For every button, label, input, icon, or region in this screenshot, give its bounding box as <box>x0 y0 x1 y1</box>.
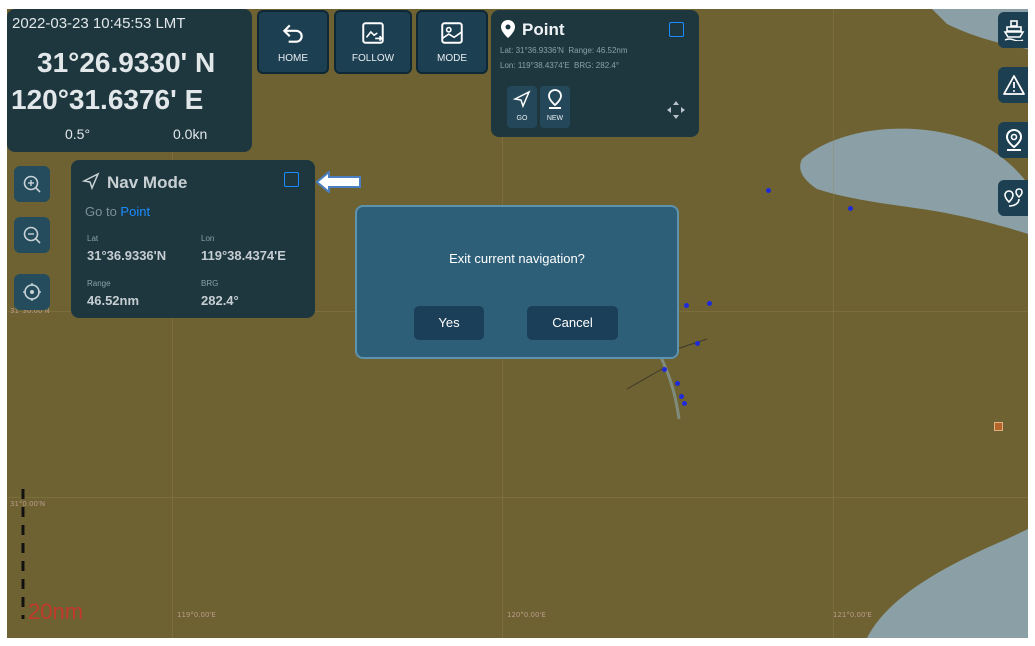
point-close-icon[interactable] <box>669 22 684 37</box>
mode-label: MODE <box>437 53 467 64</box>
dialog-message: Exit current navigation? <box>449 251 585 266</box>
navigate-icon <box>82 172 100 190</box>
point-lon-value: 119°38.4374'E <box>517 61 570 70</box>
zoom-out-button[interactable] <box>14 217 50 253</box>
crosshair-icon <box>23 283 41 301</box>
new-button[interactable]: NEW <box>540 86 570 128</box>
lon-label: 121°0.00'E <box>833 611 872 619</box>
nav-brg-label: BRG <box>201 279 219 288</box>
ais-target[interactable] <box>707 301 712 306</box>
point-lat-value: 31°36.9336'N <box>515 46 564 55</box>
follow-image-icon <box>362 22 384 44</box>
longitude: 120°31.6376' E <box>11 84 204 115</box>
nav-lon-label: Lon <box>201 234 215 243</box>
image-mode-icon <box>441 22 463 44</box>
mode-button[interactable]: MODE <box>416 10 488 74</box>
ship-icon <box>1003 20 1025 41</box>
point-lon-row: Lon: 119°38.4374'E BRG: 282.4° <box>500 61 619 70</box>
home-label: HOME <box>278 53 308 64</box>
route-icon <box>1004 188 1023 207</box>
zoom-in-icon <box>23 175 41 193</box>
heading-value: 0.5° <box>65 126 91 142</box>
zoom-in-button[interactable] <box>14 166 50 202</box>
alarm-button[interactable] <box>998 67 1028 103</box>
left-arrow-icon <box>316 171 361 193</box>
nav-lat-label: Lat <box>87 234 99 243</box>
nav-brg-value: 282.4° <box>201 293 239 308</box>
move-arrows-icon[interactable] <box>666 100 686 120</box>
follow-button[interactable]: FOLLOW <box>334 10 412 74</box>
ais-target[interactable] <box>682 401 687 406</box>
location-pin-icon <box>1005 129 1023 151</box>
status-panel: 2022-03-23 10:45:53 LMT 31°26.9330' N 12… <box>7 9 252 152</box>
grid-line <box>7 497 1028 498</box>
point-range-value: 46.52nm <box>596 46 628 55</box>
navigate-icon <box>513 90 531 108</box>
scale-label: 20nm <box>28 599 84 624</box>
lon-label: 120°0.00'E <box>507 611 546 619</box>
point-brg-value: 282.4° <box>595 61 620 70</box>
go-button[interactable]: GO <box>507 86 537 128</box>
ais-target[interactable] <box>766 188 771 193</box>
ais-target[interactable] <box>848 206 853 211</box>
back-arrow-icon <box>282 24 303 43</box>
new-label: NEW <box>546 115 564 122</box>
point-brg-label: BRG: <box>574 61 594 70</box>
latitude: 31°26.9330' N <box>37 47 216 78</box>
nav-lon-value: 119°38.4374'E <box>201 248 286 263</box>
app-screen: 31°30.00'N 31°0.00'N 119°0.00'E 120°0.00… <box>0 0 1035 646</box>
ais-target[interactable] <box>662 367 667 372</box>
lon-label: 119°0.00'E <box>177 611 216 619</box>
warning-icon <box>1003 75 1025 95</box>
go-label: GO <box>516 115 528 122</box>
grid-line <box>833 9 834 638</box>
ais-target[interactable] <box>675 381 680 386</box>
follow-label: FOLLOW <box>351 53 395 64</box>
ship-button[interactable] <box>998 12 1028 48</box>
nav-range-value: 46.52nm <box>87 293 140 308</box>
ais-target[interactable] <box>684 303 689 308</box>
center-button[interactable] <box>14 274 50 310</box>
waypoint-button[interactable] <box>998 122 1028 158</box>
zoom-out-icon <box>23 226 41 244</box>
route-button[interactable] <box>998 180 1028 216</box>
ais-target[interactable] <box>679 394 684 399</box>
yes-button[interactable]: Yes <box>414 306 484 340</box>
point-lon-label: Lon: <box>500 61 516 70</box>
home-button[interactable]: HOME <box>257 10 329 74</box>
point-lat-label: Lat: <box>500 46 514 55</box>
point-range-label: Range: <box>568 46 595 55</box>
chart-marker[interactable] <box>994 422 1003 431</box>
goto-prefix: Go to <box>85 204 117 219</box>
goto-row: Go to Point <box>85 204 150 219</box>
nav-mode-title: Nav Mode <box>107 173 188 192</box>
ais-target[interactable] <box>695 341 700 346</box>
goto-target[interactable]: Point <box>120 204 150 219</box>
point-panel: Point Lat: 31°36.9336'N Range: 46.52nm L… <box>491 10 699 137</box>
datetime: 2022-03-23 10:45:53 LMT <box>12 15 186 32</box>
speed-value: 0.0kn <box>173 126 208 142</box>
exit-navigation-dialog: Exit current navigation? Yes Cancel <box>355 205 679 359</box>
nav-lat-value: 31°36.9336'N <box>87 248 167 263</box>
location-pin-icon <box>501 20 515 38</box>
point-title: Point <box>522 20 565 39</box>
cancel-button[interactable]: Cancel <box>527 306 618 340</box>
point-lat-row: Lat: 31°36.9336'N Range: 46.52nm <box>500 46 628 55</box>
nav-range-label: Range <box>87 279 111 288</box>
new-pin-icon <box>548 89 562 109</box>
nav-mode-close-icon[interactable] <box>284 172 299 187</box>
nav-mode-panel: Nav Mode Go to Point Lat 31°36.9336'N Lo… <box>71 160 315 318</box>
